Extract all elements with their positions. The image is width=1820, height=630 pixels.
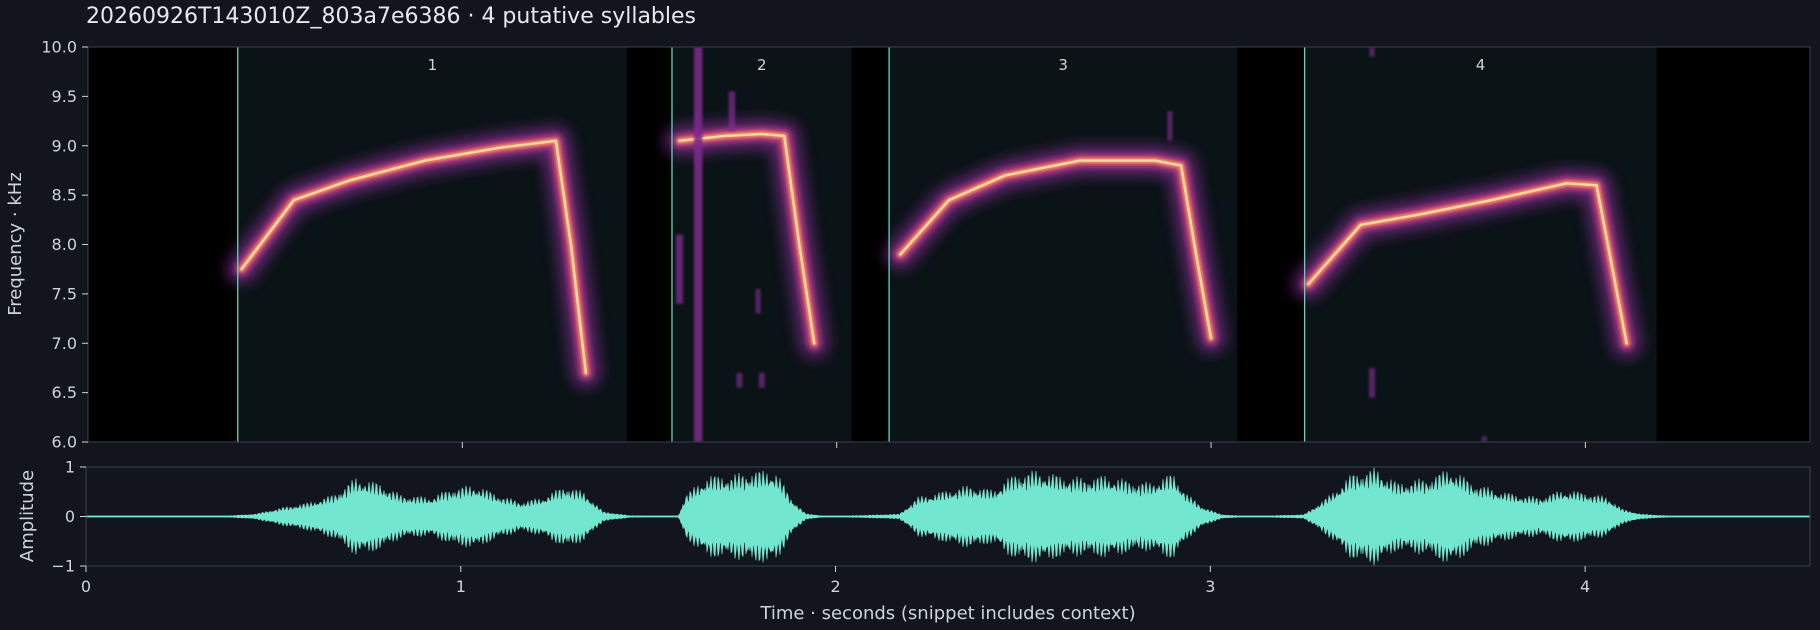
noise-mark-5	[755, 288, 761, 314]
waveform-y-axis-label: Amplitude	[17, 470, 38, 562]
x-tick-label: 4	[1580, 577, 1590, 596]
spectrogram-x-ticks	[461, 442, 1586, 448]
syllable-regions	[237, 47, 1657, 442]
waveform-y-tick-label: 0	[65, 507, 75, 526]
figure: 20260926T143010Z_803a7e6386 · 4 putative…	[5, 4, 1811, 624]
x-axis-label: Time · seconds (snippet includes context…	[759, 603, 1135, 624]
spectrogram-y-tick-label: 10.0	[41, 38, 77, 57]
waveform-panel: 1 0 −1 0 1 2 3 4 Amplitude Time · seconds (sni…	[17, 458, 1811, 624]
x-tick-label: 2	[830, 577, 840, 596]
noise-mark-6	[1369, 367, 1376, 398]
x-tick-label: 3	[1205, 577, 1215, 596]
spectrogram-y-tick-label: 7.5	[52, 284, 77, 303]
spectrogram-y-ticks: 6.0 6.5 7.0 7.5 8.0 8.5 9.0 9.5 10.0	[41, 38, 88, 452]
noise-mark-8	[1481, 436, 1488, 442]
noise-mark-1	[675, 234, 684, 304]
spectrogram-y-tick-label: 9.5	[52, 87, 77, 106]
spectrogram-panel: 1 2 3 4 6.0 6.5 7.0 7.5 8.0 8.5 9.0 9.5 10.0 Freque…	[5, 38, 1811, 452]
syllable-label-2: 2	[757, 56, 767, 74]
noise-mark-7	[1369, 47, 1375, 57]
spectrogram-y-tick-label: 8.5	[52, 186, 77, 205]
syllable-label-3: 3	[1058, 56, 1068, 74]
waveform-y-ticks: 1 0 −1	[51, 458, 86, 576]
spectrogram-y-tick-label: 8.0	[52, 235, 77, 254]
chart-title: 20260926T143010Z_803a7e6386 · 4 putative…	[86, 4, 696, 29]
spectrogram-y-tick-label: 6.0	[52, 433, 77, 452]
spectrogram-y-axis-label: Frequency · kHz	[5, 172, 26, 316]
spectrogram-y-tick-label: 7.0	[52, 334, 77, 353]
noise-mark-2	[728, 91, 736, 131]
noise-mark-0	[693, 47, 703, 442]
waveform-y-tick-label: 1	[65, 458, 75, 477]
noise-mark-9	[1167, 111, 1173, 141]
spectrogram-y-tick-label: 9.0	[52, 136, 77, 155]
x-tick-label: 0	[81, 577, 91, 596]
syllable-label-4: 4	[1476, 56, 1486, 74]
waveform-x-ticks: 0 1 2 3 4	[81, 566, 1590, 596]
noise-mark-3	[736, 372, 743, 388]
x-tick-label: 1	[456, 577, 466, 596]
syllable-label-1: 1	[428, 56, 438, 74]
noise-mark-4	[758, 372, 765, 388]
spectrogram-y-tick-label: 6.5	[52, 383, 77, 402]
waveform-y-tick-label: −1	[51, 557, 75, 576]
